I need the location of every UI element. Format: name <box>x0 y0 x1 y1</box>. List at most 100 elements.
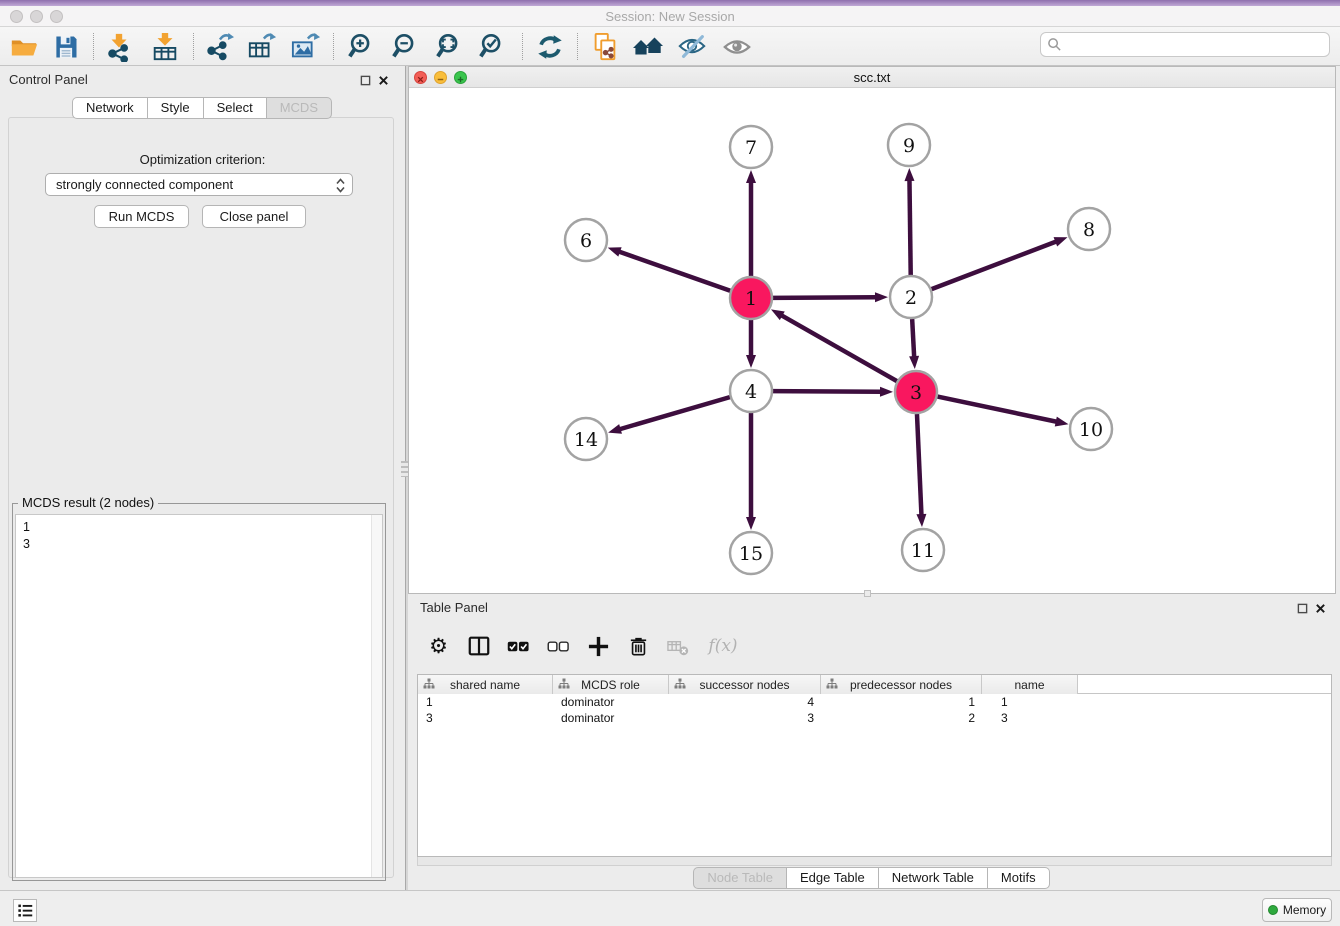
graph-edge-4-14[interactable] <box>620 397 730 429</box>
table-toolbar: ⚙ f(x) <box>426 624 740 668</box>
table-row[interactable]: 1dominator411 <box>418 694 1331 710</box>
node-table: shared nameMCDS rolesuccessor nodesprede… <box>417 674 1332 857</box>
mcds-result-textarea[interactable]: 13 <box>15 514 383 878</box>
close-panel-icon[interactable] <box>376 73 390 87</box>
graph-node-6[interactable]: 6 <box>565 219 607 261</box>
column-header-name[interactable]: name <box>982 675 1078 694</box>
export-network-button[interactable] <box>203 31 235 63</box>
search-input[interactable] <box>1040 32 1330 57</box>
splitter-grip[interactable] <box>401 461 408 477</box>
column-header-predecessor-nodes[interactable]: predecessor nodes <box>821 675 982 694</box>
graph-node-10[interactable]: 10 <box>1070 408 1112 450</box>
column-header-shared-name[interactable]: shared name <box>418 675 553 694</box>
home-networks-button[interactable] <box>632 31 664 63</box>
table-cell[interactable]: 2 <box>821 710 982 726</box>
tab-edge-table[interactable]: Edge Table <box>786 867 879 889</box>
graph-node-11[interactable]: 11 <box>902 529 944 571</box>
table-cell[interactable]: 1 <box>418 694 553 710</box>
table-cell[interactable]: 1 <box>821 694 982 710</box>
tab-motifs[interactable]: Motifs <box>987 867 1050 889</box>
graph-node-14[interactable]: 14 <box>565 418 607 460</box>
fit-content-icon <box>435 32 465 62</box>
column-header-mcds-role[interactable]: MCDS role <box>553 675 669 694</box>
graph-edge-3-10[interactable] <box>938 397 1057 422</box>
network-view-window: scc.txt 7968124314101511 <box>408 66 1336 594</box>
tab-select[interactable]: Select <box>203 97 267 119</box>
tab-mcds[interactable]: MCDS <box>266 97 332 119</box>
table-settings-button[interactable]: ⚙ <box>426 634 451 659</box>
graph-arrowhead-3-10 <box>1055 417 1069 427</box>
graph-node-7[interactable]: 7 <box>730 126 772 168</box>
graph-edge-2-8[interactable] <box>932 241 1057 289</box>
save-session-button[interactable] <box>50 31 82 63</box>
memory-button[interactable]: Memory <box>1262 898 1332 922</box>
result-scrollbar[interactable] <box>371 515 382 877</box>
close-table-panel-icon[interactable] <box>1313 601 1327 615</box>
tab-network[interactable]: Network <box>72 97 148 119</box>
hide-selected-button[interactable] <box>676 31 708 63</box>
float-panel-icon[interactable] <box>358 73 372 87</box>
table-cell[interactable]: dominator <box>553 710 669 726</box>
horizontal-splitter-grip[interactable] <box>864 590 871 597</box>
fit-content-button[interactable] <box>434 31 466 63</box>
graph-node-3[interactable]: 3 <box>895 371 937 413</box>
table-hscrollbar[interactable] <box>417 857 1332 866</box>
zoom-selected-button[interactable] <box>477 31 509 63</box>
tab-network-table[interactable]: Network Table <box>878 867 988 889</box>
graph-node-15[interactable]: 15 <box>730 532 772 574</box>
open-folder-icon <box>9 32 39 62</box>
graph-edge-3-1[interactable] <box>781 315 896 381</box>
column-header-successor-nodes[interactable]: successor nodes <box>669 675 821 694</box>
network-canvas[interactable]: 7 9 6 8 1 2 4 3 14 10 15 11 <box>409 88 1335 593</box>
export-table-button[interactable] <box>246 31 278 63</box>
close-panel-button[interactable]: Close panel <box>202 205 306 228</box>
zoom-out-button[interactable] <box>390 31 422 63</box>
show-all-button[interactable] <box>721 31 753 63</box>
graph-edge-2-9[interactable] <box>909 180 910 275</box>
table-row[interactable]: 3dominator323 <box>418 710 1331 726</box>
import-table-button[interactable] <box>149 31 181 63</box>
float-table-panel-icon[interactable] <box>1295 601 1309 615</box>
graph-node-1[interactable]: 1 <box>730 277 772 319</box>
table-cell[interactable]: 4 <box>669 694 821 710</box>
optimization-criterion-label: Optimization criterion: <box>0 152 405 167</box>
window-titlebar: Session: New Session <box>0 6 1340 27</box>
task-history-button[interactable] <box>13 899 37 922</box>
graph-edge-4-3[interactable] <box>773 391 881 392</box>
graph-node-8[interactable]: 8 <box>1068 208 1110 250</box>
clone-network-button[interactable] <box>589 31 621 63</box>
zoom-in-button[interactable] <box>346 31 378 63</box>
graph-edge-1-2[interactable] <box>773 297 876 298</box>
import-network-button[interactable] <box>103 31 135 63</box>
export-image-button[interactable] <box>290 31 322 63</box>
table-cell[interactable]: 3 <box>418 710 553 726</box>
table-cell[interactable]: dominator <box>553 694 669 710</box>
graph-edge-2-3[interactable] <box>912 319 914 357</box>
eye-icon <box>722 32 752 62</box>
graph-edge-3-11[interactable] <box>917 414 921 515</box>
run-mcds-button[interactable]: Run MCDS <box>94 205 189 228</box>
deselect-all-columns-button[interactable] <box>546 634 571 659</box>
tab-node-table[interactable]: Node Table <box>693 867 787 889</box>
table-cell[interactable]: 3 <box>669 710 821 726</box>
open-file-button[interactable] <box>8 31 40 63</box>
node-label: 7 <box>745 137 757 159</box>
tab-style[interactable]: Style <box>147 97 204 119</box>
table-cell[interactable]: 1 <box>982 694 1078 710</box>
graph-node-2[interactable]: 2 <box>890 276 932 318</box>
graph-node-4[interactable]: 4 <box>730 370 772 412</box>
graph-node-9[interactable]: 9 <box>888 124 930 166</box>
select-all-columns-button[interactable] <box>506 634 531 659</box>
graph-edge-1-6[interactable] <box>619 252 730 291</box>
deselect-all-icon <box>547 635 570 658</box>
create-column-button[interactable] <box>586 634 611 659</box>
node-label: 3 <box>910 382 922 404</box>
criterion-select[interactable]: strongly connected component <box>45 173 353 196</box>
table-cell[interactable]: 3 <box>982 710 1078 726</box>
mcds-result-line: 3 <box>23 536 382 553</box>
graph-arrowhead-4-3 <box>880 387 893 397</box>
delete-column-button[interactable] <box>626 634 651 659</box>
show-columns-button[interactable] <box>466 634 491 659</box>
refresh-button[interactable] <box>534 31 566 63</box>
graph-arrowhead-1-7 <box>746 170 756 183</box>
